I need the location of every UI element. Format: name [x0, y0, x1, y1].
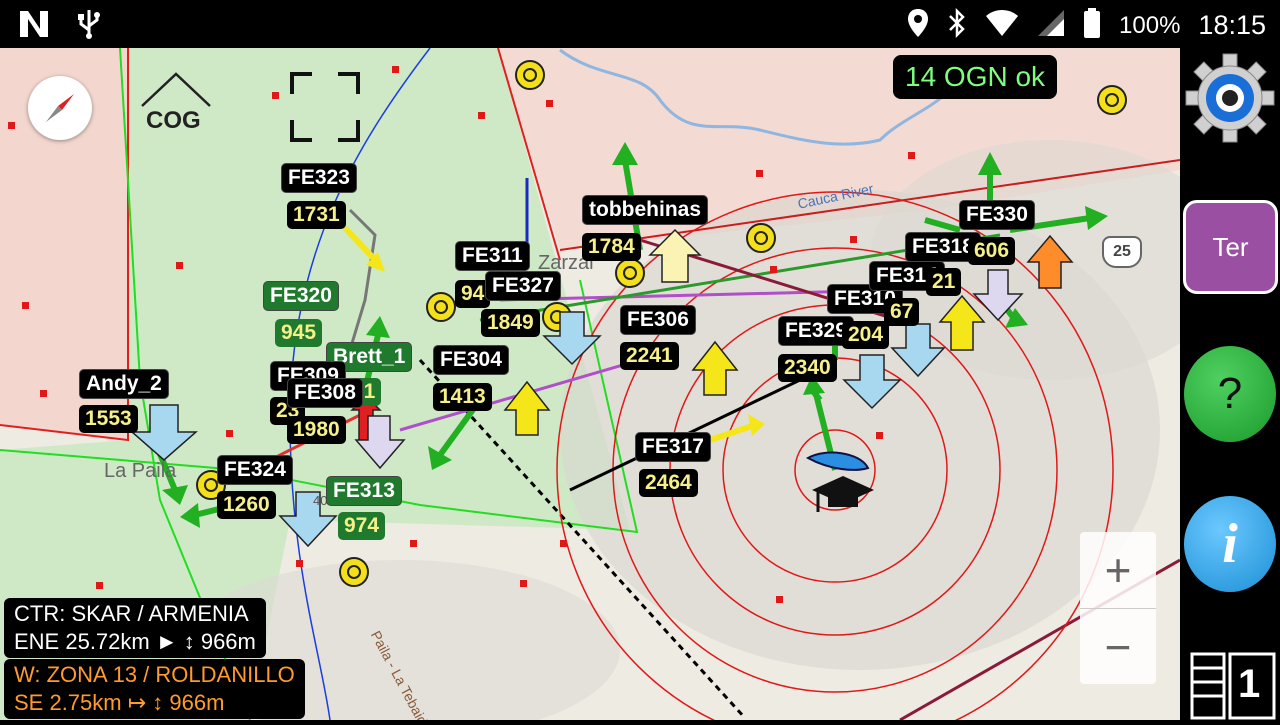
- aircraft-label[interactable]: FE323: [281, 163, 357, 193]
- usb-icon: [76, 8, 102, 45]
- page-number: 1: [1238, 662, 1261, 706]
- page-indicator[interactable]: 1: [1190, 650, 1278, 720]
- town-label: La Paila: [104, 460, 177, 482]
- info-button[interactable]: i: [1184, 496, 1276, 592]
- battery-percent: 100%: [1119, 11, 1181, 39]
- terrain-button[interactable]: Ter: [1183, 200, 1278, 294]
- aircraft-altitude: 606: [968, 237, 1016, 265]
- ctr-info-panel[interactable]: CTR: SKAR / ARMENIA ENE 25.72km ► ↕ 966m: [4, 598, 266, 658]
- zoom-in-button[interactable]: +: [1080, 532, 1156, 608]
- aircraft-label[interactable]: FE311: [455, 241, 530, 271]
- aircraft-altitude: 1413: [433, 383, 492, 411]
- aircraft-label[interactable]: FE320: [263, 281, 339, 311]
- aircraft-label[interactable]: FE330: [959, 200, 1035, 230]
- fullscreen-icon: [290, 72, 360, 142]
- aircraft-altitude: 2241: [620, 342, 679, 370]
- aircraft-altitude: 974: [338, 512, 386, 540]
- aircraft-altitude: 1784: [582, 233, 641, 261]
- wifi-icon: [985, 9, 1019, 42]
- aircraft-label[interactable]: FE308: [287, 378, 363, 408]
- help-icon: ?: [1184, 346, 1276, 442]
- aircraft-label[interactable]: FE327: [485, 271, 561, 301]
- location-icon: [907, 8, 929, 43]
- warning-info-line2: SE 2.75km ↦ ↕ 966m: [14, 690, 225, 715]
- aircraft-label[interactable]: FE306: [620, 305, 696, 335]
- app-notification-icon: [18, 9, 50, 44]
- aircraft-altitude: 2464: [639, 469, 698, 497]
- ctr-info-line2: ENE 25.72km ► ↕ 966m: [14, 629, 256, 654]
- cog-arrow-icon: [141, 72, 211, 107]
- aircraft-altitude: 67: [884, 298, 920, 326]
- route-shield: 25: [1102, 236, 1142, 268]
- aircraft-label[interactable]: FE317: [635, 432, 711, 462]
- aircraft-label[interactable]: FE324: [217, 455, 293, 485]
- ctr-info-line1: CTR: SKAR / ARMENIA: [14, 601, 249, 626]
- clock: 18:15: [1198, 10, 1266, 40]
- aircraft-altitude: 1731: [287, 201, 346, 229]
- map-view[interactable]: Cauca River La Paila Zarzal Paila - La T…: [0, 48, 1180, 720]
- cell-signal-icon: [1037, 9, 1065, 42]
- page-stack-icon: [1190, 652, 1276, 720]
- aircraft-altitude: 2340: [778, 354, 837, 382]
- aircraft-label[interactable]: Andy_2: [79, 369, 169, 399]
- gear-icon: [1185, 53, 1275, 143]
- warning-info-panel[interactable]: W: ZONA 13 / ROLDANILLO SE 2.75km ↦ ↕ 96…: [4, 659, 305, 719]
- aircraft-altitude: 1849: [481, 309, 540, 337]
- aircraft-label[interactable]: FE313: [326, 476, 402, 506]
- info-label: i: [1222, 513, 1238, 575]
- bluetooth-icon: [947, 7, 967, 43]
- compass-button[interactable]: [28, 76, 92, 140]
- cog-button[interactable]: COG: [138, 70, 214, 136]
- battery-icon: [1083, 8, 1101, 43]
- help-label: ?: [1217, 369, 1243, 418]
- compass-icon: [46, 94, 74, 122]
- aircraft-label[interactable]: tobbehinas: [582, 195, 709, 225]
- zoom-control: + −: [1080, 532, 1156, 684]
- cog-label: COG: [146, 107, 201, 134]
- aircraft-altitude: 1260: [217, 491, 276, 519]
- zoom-out-button[interactable]: −: [1080, 609, 1156, 685]
- aircraft-altitude: 1980: [287, 416, 346, 444]
- terrain-button-label: Ter: [1212, 231, 1249, 262]
- fullscreen-button[interactable]: [290, 72, 360, 142]
- aircraft-altitude: 21: [926, 268, 962, 296]
- aircraft-altitude: 204: [842, 321, 890, 349]
- info-icon: i: [1184, 496, 1276, 592]
- aircraft-altitude: 1553: [79, 405, 138, 433]
- status-bar: 100% 18:15: [0, 0, 1280, 48]
- aircraft-altitude: 945: [275, 319, 323, 347]
- help-button[interactable]: ?: [1184, 346, 1276, 442]
- ogn-status-badge: 14 OGN ok: [893, 55, 1058, 99]
- settings-button[interactable]: [1184, 52, 1276, 144]
- warning-info-line1: W: ZONA 13 / ROLDANILLO: [14, 662, 295, 687]
- aircraft-label[interactable]: FE304: [433, 345, 509, 375]
